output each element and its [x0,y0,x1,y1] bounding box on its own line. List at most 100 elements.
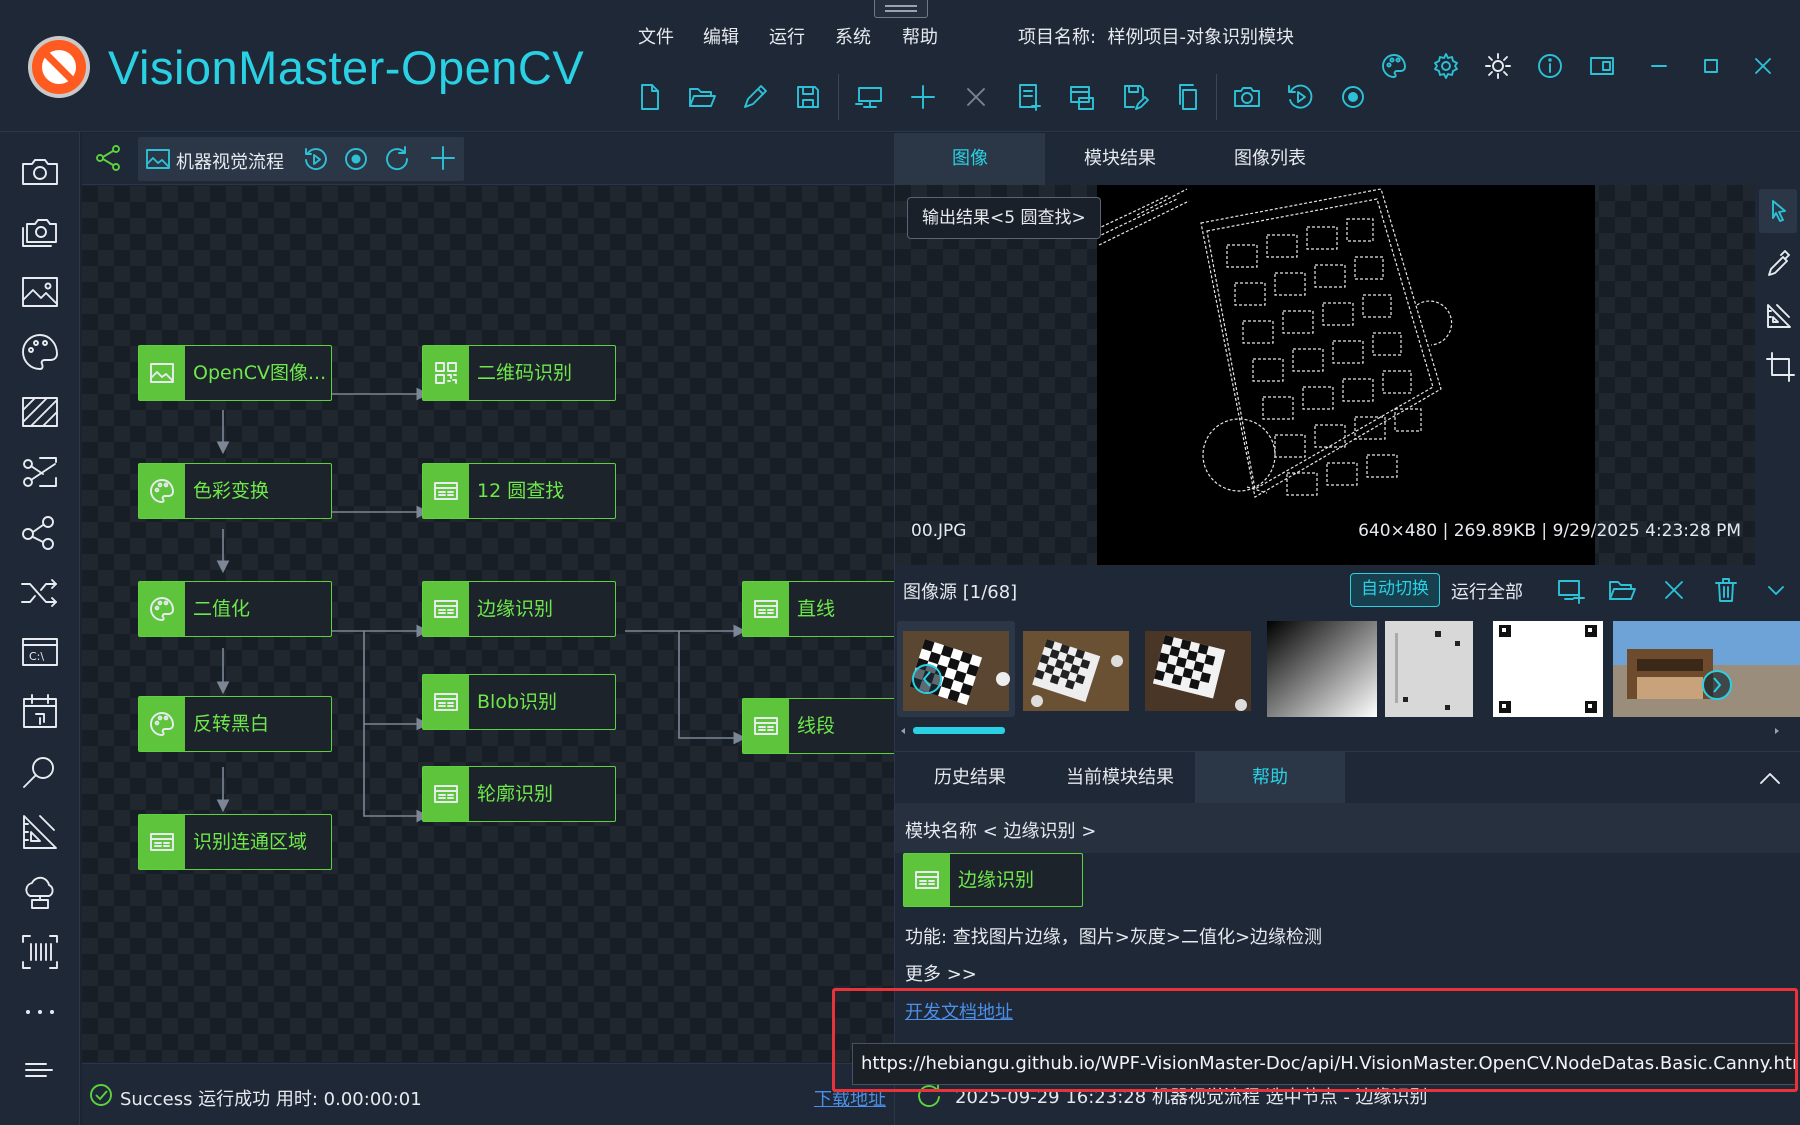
node-label: 边缘识别 [477,598,554,620]
save-icon[interactable] [793,82,823,112]
clear-x-icon[interactable] [1659,575,1689,605]
flow-node-connected-regions[interactable]: 识别连通区域 [138,814,332,870]
auto-switch-button[interactable]: 自动切换 [1350,573,1440,607]
color-picker-icon[interactable] [1759,241,1797,285]
run-all-button[interactable]: 运行全部 [1451,578,1523,604]
open-folder-icon[interactable] [1607,575,1637,605]
camera-icon[interactable] [18,150,62,194]
add-window-icon[interactable] [1067,82,1097,112]
flow-node-binarize[interactable]: 二值化 [138,581,332,637]
module-icon [423,675,469,729]
run-flow-icon[interactable] [302,145,330,173]
camera-icon[interactable] [1232,82,1262,112]
flow-canvas[interactable]: OpenCV图像... 色彩变换 二值化 反转黑白 识别连通区域 二维码识别 1… [82,186,894,1062]
image-file-name: 00.JPG [911,521,967,541]
menu-help[interactable]: 帮助 [902,26,938,50]
measure-ruler-icon[interactable] [18,810,62,854]
bottom-tabs: 历史结果 当前模块结果 帮助 [895,751,1800,804]
add-flow-icon[interactable] [428,143,458,173]
thumbnail-scrollbar[interactable] [895,725,1800,737]
flow-node-segment[interactable]: 线段 [742,698,894,754]
tab-history-result[interactable]: 历史结果 [895,752,1045,804]
filter-hatch-icon[interactable] [18,390,62,434]
thumbnail[interactable] [1493,621,1603,717]
tab-machine-vision-flow[interactable]: 机器视觉流程 [138,137,464,181]
tab-module-result[interactable]: 模块结果 [1045,133,1195,185]
node-label: Blob识别 [477,691,557,713]
drag-handle[interactable] [874,0,928,18]
open-folder-icon[interactable] [687,82,717,112]
crop-icon[interactable] [1759,345,1797,389]
flow-node-blob[interactable]: Blob识别 [422,674,616,730]
share-tree-icon[interactable] [94,143,124,173]
flow-node-invert[interactable]: 反转黑白 [138,696,332,752]
search-icon[interactable] [18,750,62,794]
more-dots-icon[interactable] [18,990,62,1034]
minimize-icon[interactable] [1645,52,1673,80]
trash-icon[interactable] [1711,575,1741,605]
image-icon[interactable] [18,270,62,314]
nodes-graph-icon[interactable] [18,510,62,554]
menu-run[interactable]: 运行 [769,26,805,50]
thumbnail[interactable] [1017,621,1135,717]
color-palette-icon[interactable] [18,330,62,374]
thumbnail[interactable] [1267,621,1377,717]
qrcode-icon [423,346,469,400]
flow-node-color-convert[interactable]: 色彩变换 [138,463,332,519]
cut-scissors-icon[interactable] [18,450,62,494]
tab-image-list[interactable]: 图像列表 [1195,133,1345,185]
thumbnail-selected[interactable] [897,621,1015,717]
tab-current-module-result[interactable]: 当前模块结果 [1045,752,1195,804]
shuffle-icon[interactable] [18,570,62,614]
module-icon [904,854,950,906]
image-viewer[interactable]: 输出结果<5 圆查找> 00.JPG 640×480 | 269.89KB | … [895,185,1755,565]
calendar-icon[interactable] [18,690,62,734]
edit-pencil-icon[interactable] [740,82,770,112]
record-icon[interactable] [1338,82,1368,112]
monitor-icon[interactable] [855,82,885,112]
multi-camera-icon[interactable] [18,210,62,254]
chevron-down-icon[interactable] [1761,575,1791,605]
run-once-icon[interactable] [1285,82,1315,112]
menu-system[interactable]: 系统 [835,26,871,50]
theme-sun-icon[interactable] [1484,52,1512,80]
thumbnail[interactable] [1139,621,1257,717]
maximize-icon[interactable] [1697,52,1725,80]
settings-gear-icon[interactable] [1432,52,1460,80]
flow-node-qrcode[interactable]: 二维码识别 [422,345,616,401]
info-icon[interactable] [1536,52,1564,80]
flow-node-circle-find[interactable]: 12 圆查找 [422,463,616,519]
add-document-icon[interactable] [1014,82,1044,112]
palette-icon [139,582,185,636]
flow-node-contour[interactable]: 轮廓识别 [422,766,616,822]
thumbnail[interactable] [1613,621,1800,717]
delete-x-icon[interactable] [961,82,991,112]
measure-icon[interactable] [1759,293,1797,337]
flow-node-edge-detect[interactable]: 边缘识别 [422,581,616,637]
add-image-icon[interactable] [1555,575,1585,605]
thumbnail[interactable] [1385,621,1473,717]
more-link[interactable]: 更多 >> [905,960,977,986]
copy-icon[interactable] [1173,82,1203,112]
chevron-up-icon[interactable] [1755,764,1785,794]
menu-file[interactable]: 文件 [638,26,674,50]
close-icon[interactable] [1749,52,1777,80]
flow-node-line[interactable]: 直线 [742,581,894,637]
menu-edit[interactable]: 编辑 [703,26,739,50]
tab-help[interactable]: 帮助 [1195,752,1345,804]
save-edit-icon[interactable] [1120,82,1150,112]
tab-image[interactable]: 图像 [895,133,1045,185]
layout-panel-icon[interactable] [1588,52,1616,80]
new-file-icon[interactable] [634,82,664,112]
scan-code-icon[interactable] [18,930,62,974]
menu-hamburger-icon[interactable] [18,1050,62,1094]
cloud-monitor-icon[interactable] [18,870,62,914]
select-pointer-icon[interactable] [1759,189,1797,233]
palette-icon[interactable] [1380,52,1408,80]
flow-node-opencv-image[interactable]: OpenCV图像... [138,345,332,401]
add-icon[interactable] [908,82,938,112]
node-label: 色彩变换 [193,480,270,502]
refresh-icon[interactable] [382,145,410,173]
command-line-icon[interactable]: C:\ [18,630,62,674]
stop-record-icon[interactable] [342,145,370,173]
